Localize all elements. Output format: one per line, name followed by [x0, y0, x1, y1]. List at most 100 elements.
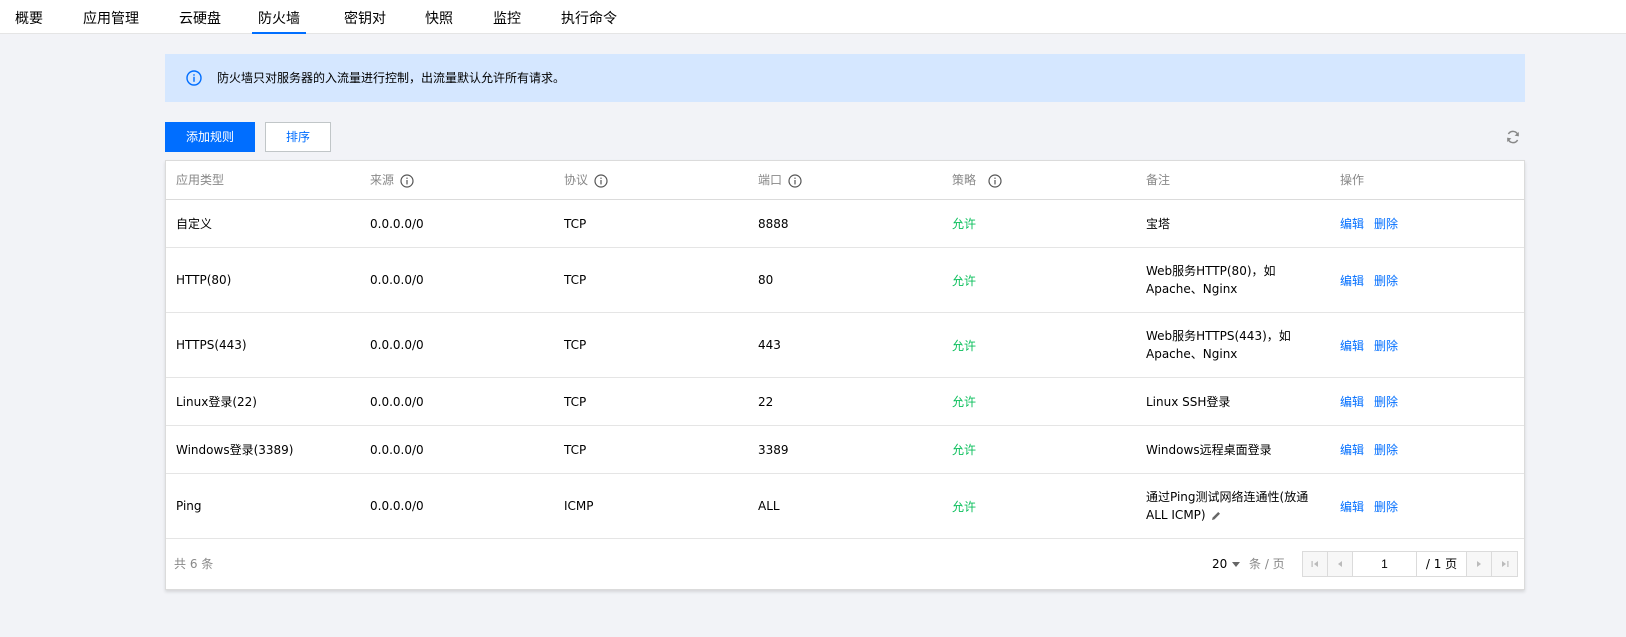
chevron-down-icon	[1232, 562, 1241, 567]
cell-protocol: TCP	[564, 442, 587, 457]
cell-policy: 允许	[952, 273, 977, 288]
cell-note: Linux SSH登录	[1146, 378, 1316, 425]
first-page-button[interactable]	[1303, 552, 1328, 576]
prev-page-button[interactable]	[1328, 552, 1353, 576]
cell-policy: 允许	[952, 395, 977, 409]
first-page-icon	[1311, 561, 1318, 567]
edit-link[interactable]: 编辑	[1340, 498, 1364, 515]
header-source-label: 来源	[370, 173, 395, 187]
tab-key-pairs[interactable]: 密钥对	[344, 0, 386, 34]
cell-policy: 允许	[952, 217, 977, 231]
cell-source: 0.0.0.0/0	[370, 273, 424, 287]
cell-actions: 编辑 删除	[1340, 378, 1408, 425]
delete-link[interactable]: 删除	[1374, 215, 1398, 232]
header-policy-label: 策略	[952, 173, 977, 187]
tab-bar: 概要 应用管理 云硬盘 防火墙 密钥对 快照 监控 执行命令	[0, 0, 1626, 34]
tab-monitoring[interactable]: 监控	[493, 0, 521, 34]
table-footer: 共 6 条 20 条 / 页 / 1 页	[166, 539, 1524, 589]
cell-note: Windows远程桌面登录	[1146, 426, 1316, 473]
tab-snapshots[interactable]: 快照	[425, 0, 453, 34]
note-text: Web服务HTTPS(443)，如 Apache、Nginx	[1146, 329, 1291, 361]
source-info-icon[interactable]	[400, 173, 414, 188]
page-number-input[interactable]	[1353, 552, 1417, 576]
page-size-value: 20	[1212, 557, 1228, 571]
cell-policy: 允许	[952, 338, 977, 353]
firewall-notice: 防火墙只对服务器的入流量进行控制，出流量默认允许所有请求。	[165, 54, 1525, 102]
cell-policy: 允许	[952, 443, 977, 457]
cell-port: 80	[758, 273, 774, 287]
cell-actions: 编辑 删除	[1340, 200, 1408, 247]
tab-firewall-label: 防火墙	[258, 11, 300, 27]
cell-port: 443	[758, 338, 781, 352]
pencil-icon[interactable]	[1210, 510, 1222, 522]
cell-port: 8888	[758, 216, 789, 231]
next-page-icon	[1477, 561, 1481, 567]
cell-actions: 编辑 删除	[1340, 313, 1408, 377]
delete-link[interactable]: 删除	[1374, 337, 1398, 354]
header-note: 备注	[1146, 161, 1170, 200]
cell-actions: 编辑 删除	[1340, 248, 1408, 312]
add-rule-button[interactable]: 添加规则	[165, 122, 255, 152]
last-page-button[interactable]	[1492, 552, 1517, 576]
sort-button[interactable]: 排序	[265, 122, 331, 152]
table-row: Windows登录(3389) 0.0.0.0/0 TCP 3389 允许 Wi…	[166, 426, 1524, 474]
header-actions-label: 操作	[1340, 173, 1365, 187]
per-page-label: 条 / 页	[1249, 557, 1285, 571]
edit-link[interactable]: 编辑	[1340, 215, 1364, 232]
delete-link[interactable]: 删除	[1374, 272, 1398, 289]
cell-app-type: HTTPS(443)	[176, 338, 247, 352]
refresh-icon[interactable]	[1505, 129, 1521, 145]
cell-app-type: 自定义	[176, 217, 213, 231]
tab-run-command[interactable]: 执行命令	[561, 0, 617, 34]
total-count: 共 6 条	[174, 557, 214, 571]
protocol-info-icon[interactable]	[594, 173, 608, 188]
header-protocol: 协议	[564, 161, 608, 200]
note-text: Web服务HTTP(80)，如 Apache、Nginx	[1146, 264, 1276, 296]
cell-source: 0.0.0.0/0	[370, 216, 424, 231]
edit-link[interactable]: 编辑	[1340, 393, 1364, 410]
table-row: HTTPS(443) 0.0.0.0/0 TCP 443 允许 Web服务HTT…	[166, 313, 1524, 378]
header-policy: 策略	[952, 161, 1002, 200]
tab-overview[interactable]: 概要	[15, 0, 43, 34]
delete-link[interactable]: 删除	[1374, 498, 1398, 515]
cell-source: 0.0.0.0/0	[370, 442, 424, 457]
table-header: 应用类型 来源 协议 端口 策略 备注 操作	[166, 161, 1524, 200]
next-page-button[interactable]	[1467, 552, 1492, 576]
cell-port: 22	[758, 394, 774, 409]
cell-protocol: TCP	[564, 394, 587, 409]
edit-link[interactable]: 编辑	[1340, 272, 1364, 289]
cell-policy: 允许	[952, 499, 977, 514]
page-size-select[interactable]: 20	[1212, 539, 1241, 589]
cell-app-type: Linux登录(22)	[176, 395, 257, 409]
edit-link[interactable]: 编辑	[1340, 441, 1364, 458]
port-info-icon[interactable]	[788, 173, 802, 188]
header-app-type-label: 应用类型	[176, 173, 225, 187]
policy-info-icon[interactable]	[988, 173, 1002, 188]
cell-protocol: TCP	[564, 338, 587, 352]
note-text: 宝塔	[1146, 216, 1171, 231]
cell-app-type: Ping	[176, 499, 202, 513]
table-row: Ping 0.0.0.0/0 ICMP ALL 允许 通过Ping测试网络连通性…	[166, 474, 1524, 539]
tab-app-management[interactable]: 应用管理	[83, 0, 139, 34]
delete-link[interactable]: 删除	[1374, 441, 1398, 458]
cell-protocol: ICMP	[564, 499, 594, 513]
table-row: HTTP(80) 0.0.0.0/0 TCP 80 允许 Web服务HTTP(8…	[166, 248, 1524, 313]
last-page-icon	[1501, 561, 1508, 567]
pagination: / 1 页	[1302, 551, 1518, 577]
cell-app-type: Windows登录(3389)	[176, 443, 294, 457]
table-row: Linux登录(22) 0.0.0.0/0 TCP 22 允许 Linux SS…	[166, 378, 1524, 426]
cell-actions: 编辑 删除	[1340, 426, 1408, 473]
delete-link[interactable]: 删除	[1374, 393, 1398, 410]
edit-link[interactable]: 编辑	[1340, 337, 1364, 354]
header-port-label: 端口	[758, 173, 783, 187]
cell-note: Web服务HTTP(80)，如 Apache、Nginx	[1146, 248, 1316, 312]
cell-note: 宝塔	[1146, 200, 1316, 247]
tab-cloud-disk[interactable]: 云硬盘	[179, 0, 221, 34]
tab-firewall[interactable]: 防火墙	[252, 0, 306, 34]
firewall-rules-table: 应用类型 来源 协议 端口 策略 备注 操作 自定义 0.0.0.0/0 TCP…	[165, 160, 1525, 590]
cell-source: 0.0.0.0/0	[370, 394, 424, 409]
cell-port: 3389	[758, 442, 789, 457]
note-text-value: 通过Ping测试网络连通性(放通ALL ICMP)	[1146, 490, 1309, 522]
notice-text: 防火墙只对服务器的入流量进行控制，出流量默认允许所有请求。	[217, 71, 566, 85]
cell-source: 0.0.0.0/0	[370, 338, 424, 352]
